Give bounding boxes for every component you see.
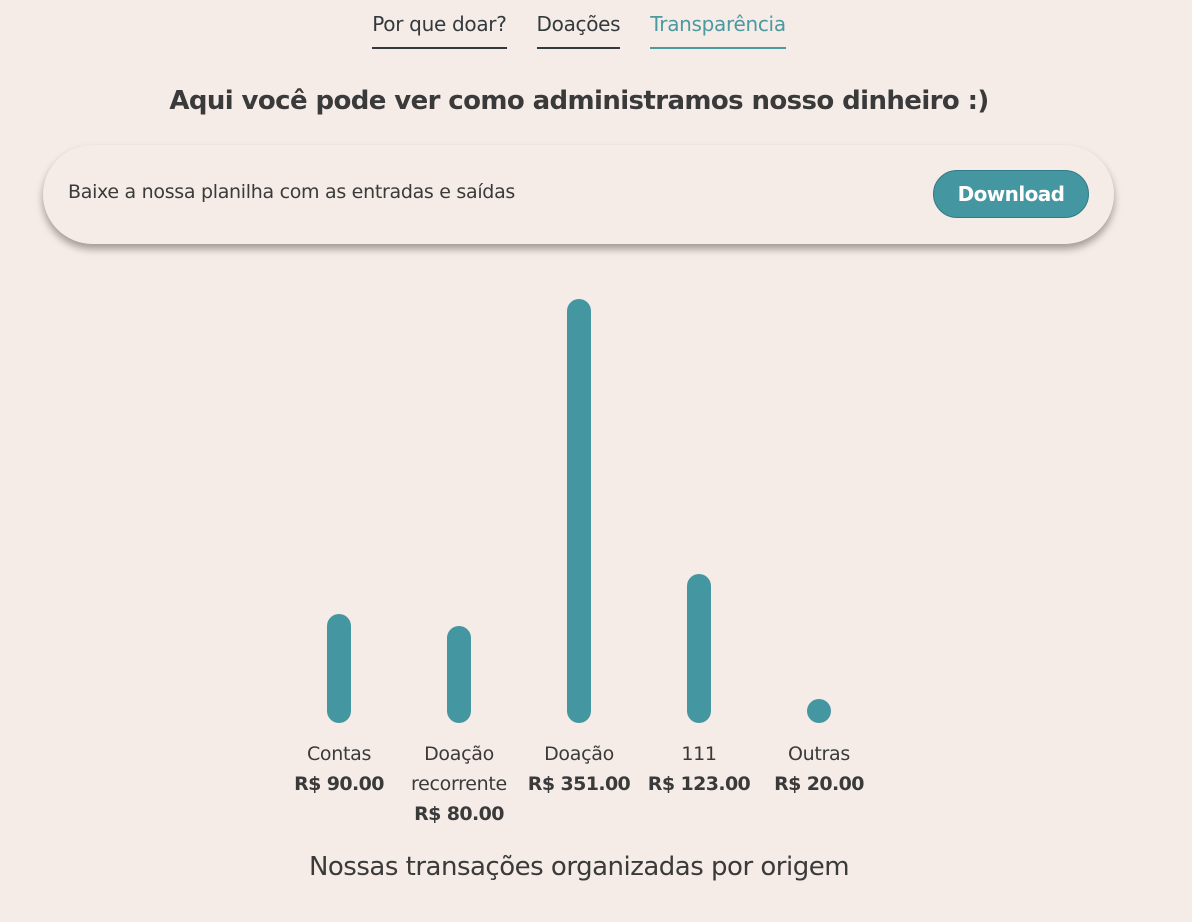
tab-por-que-doar[interactable]: Por que doar? xyxy=(372,10,507,49)
category-label: Doação recorrente xyxy=(411,743,507,795)
tab-doacoes[interactable]: Doações xyxy=(536,10,621,49)
download-button[interactable]: Download xyxy=(933,170,1089,218)
bar-label-5: Outras R$ 20.00 xyxy=(749,739,889,799)
category-label: Doação xyxy=(544,743,614,765)
value-label: R$ 80.00 xyxy=(414,803,504,825)
value-label: R$ 20.00 xyxy=(774,773,864,795)
chart-caption: Nossas transações organizadas por origem xyxy=(308,852,850,882)
bar-3 xyxy=(567,299,591,723)
bar-1 xyxy=(327,614,351,723)
category-label: Contas xyxy=(306,743,372,765)
bar-2 xyxy=(447,626,471,723)
page-title: Aqui você pode ver como administramos no… xyxy=(169,86,989,116)
bar-label-2: Doação recorrente R$ 80.00 xyxy=(389,739,529,829)
download-card: Baixe a nossa planilha com as entradas e… xyxy=(43,145,1114,244)
bar-5 xyxy=(807,699,831,723)
value-label: R$ 90.00 xyxy=(294,773,384,795)
bar-label-1: Contas R$ 90.00 xyxy=(269,739,409,799)
bar-label-4: 111 R$ 123.00 xyxy=(629,739,769,799)
tab-bar: Por que doar? Doações Transparência xyxy=(0,10,1158,49)
category-label: 111 xyxy=(681,743,717,765)
bar-4 xyxy=(687,574,711,723)
value-label: R$ 351.00 xyxy=(527,773,631,795)
download-description: Baixe a nossa planilha com as entradas e… xyxy=(68,181,516,203)
bar-label-3: Doação R$ 351.00 xyxy=(509,739,649,799)
value-label: R$ 123.00 xyxy=(647,773,751,795)
category-label: Outras xyxy=(787,743,850,765)
transactions-bar-chart: Contas R$ 90.00 Doação recorrente R$ 80.00 D… xyxy=(0,0,1192,922)
tab-transparencia[interactable]: Transparência xyxy=(650,10,786,49)
